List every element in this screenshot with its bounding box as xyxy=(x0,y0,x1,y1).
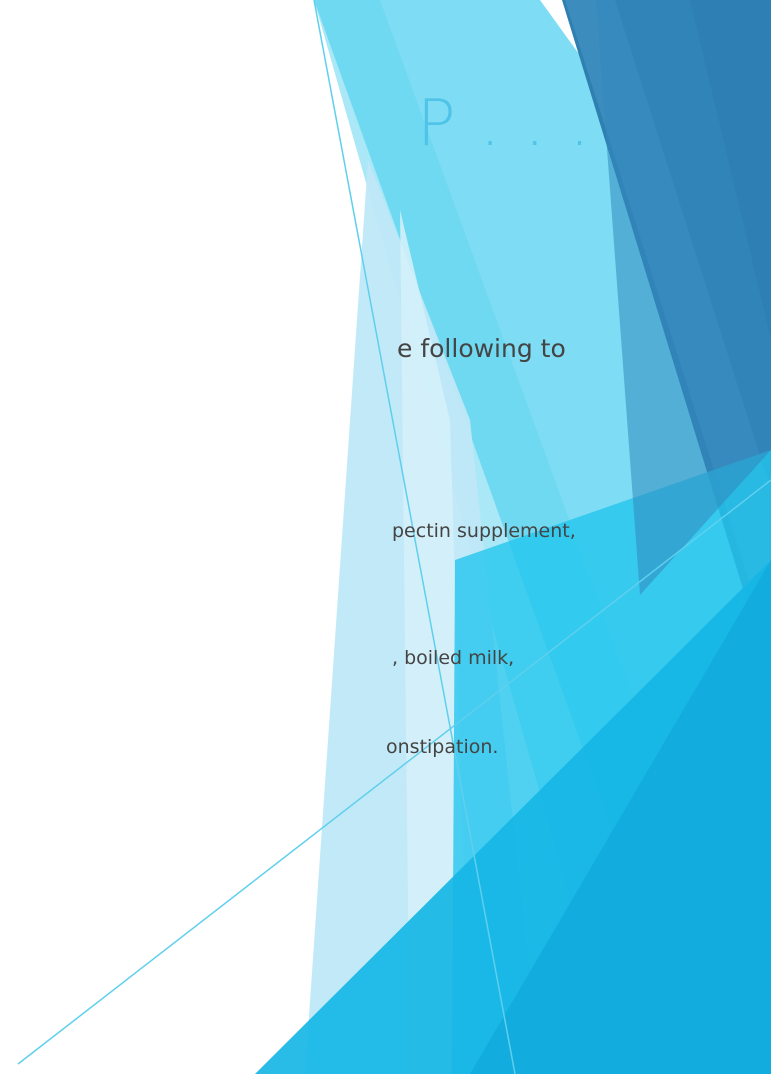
body-line-1: e following to xyxy=(397,334,566,363)
body-line-3: , boiled milk, xyxy=(392,647,515,669)
body-line-2: pectin supplement, xyxy=(392,520,576,542)
slide: P . . . e following to pectin supplement… xyxy=(0,0,771,1074)
slide-title: P . . . xyxy=(417,87,592,161)
decorative-shapes xyxy=(17,0,771,1074)
body-line-4: onstipation. xyxy=(386,736,499,758)
